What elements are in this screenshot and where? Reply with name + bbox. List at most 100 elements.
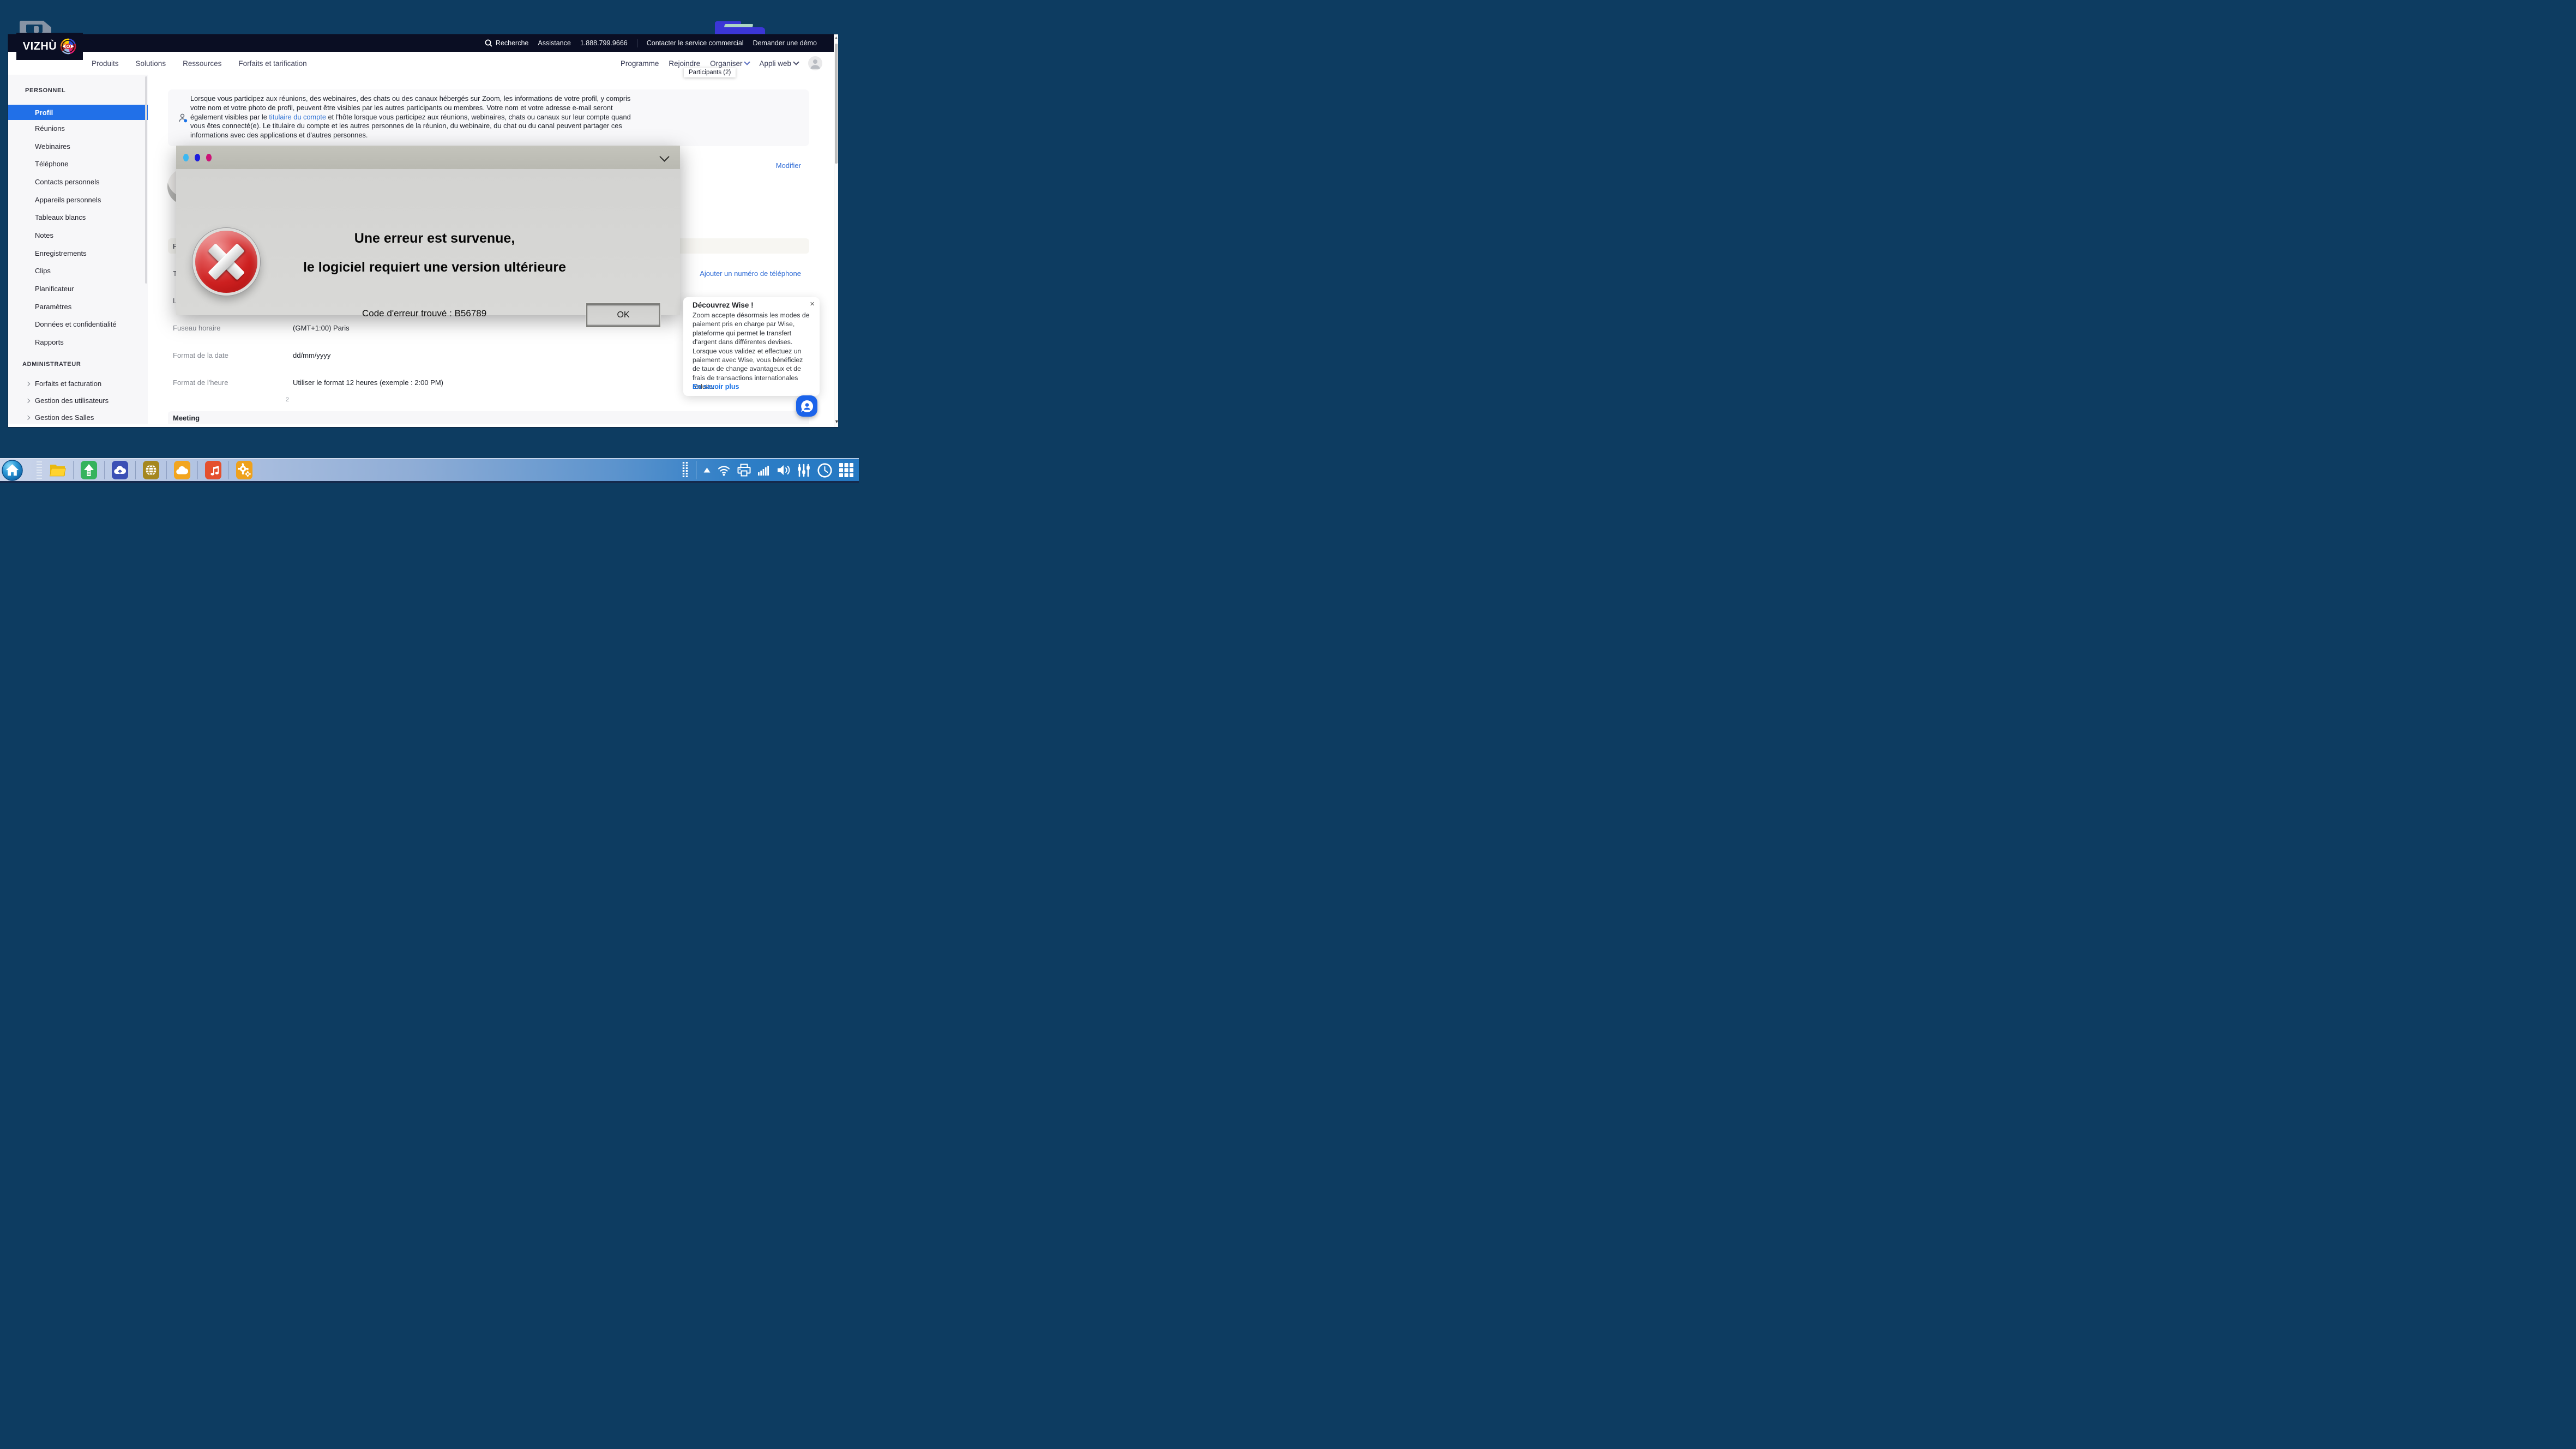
contact-bubble-icon: [800, 399, 814, 413]
field-value-heure: Utiliser le format 12 heures (exemple : …: [293, 378, 443, 387]
film-strip-icon[interactable]: [682, 461, 689, 479]
home-button-icon[interactable]: [2, 460, 23, 481]
field-label-heure: Format de l'heure: [173, 378, 228, 387]
taskbar-divider: [135, 461, 136, 479]
signal-bars-icon[interactable]: [758, 465, 770, 476]
contact-sales-link[interactable]: Contacter le service commercial: [647, 39, 744, 47]
nav-forfaits[interactable]: Forfaits et tarification: [238, 59, 306, 68]
printer-icon[interactable]: [737, 464, 751, 477]
faint-strip-icon: [37, 461, 42, 479]
upload-doc-app-icon[interactable]: [81, 461, 97, 479]
sidebar-item-label: Gestion des Salles: [35, 413, 94, 422]
wifi-icon[interactable]: [718, 464, 730, 476]
scroll-up-icon[interactable]: ▲: [834, 36, 838, 40]
browser-window: Recherche Assistance 1.888.799.9666 Cont…: [8, 34, 838, 427]
search-link[interactable]: Recherche: [485, 39, 528, 47]
nav-solutions[interactable]: Solutions: [136, 59, 166, 68]
nav-produits[interactable]: Produits: [92, 59, 119, 68]
participants-tooltip: Participants (2): [684, 68, 736, 77]
support-chat-button[interactable]: [796, 395, 817, 417]
assistance-link[interactable]: Assistance: [538, 39, 570, 47]
field-value-fuseau: (GMT+1:00) Paris: [293, 324, 350, 332]
window-dot-magenta[interactable]: [206, 154, 212, 161]
sidebar-item-label: Forfaits et facturation: [35, 380, 101, 388]
clock-icon[interactable]: [817, 463, 832, 478]
cloud-app-icon[interactable]: [174, 461, 190, 479]
floppy-desktop-icon[interactable]: [20, 21, 51, 33]
sidebar-scrollbar[interactable]: [145, 76, 147, 284]
sidebar-item-profil[interactable]: Profil: [8, 105, 148, 120]
music-app-icon[interactable]: [205, 461, 221, 479]
globe-app-icon[interactable]: [143, 461, 159, 479]
nav-organiser[interactable]: Organiser: [710, 59, 749, 68]
modifier-link[interactable]: Modifier: [776, 161, 801, 170]
scrollbar-thumb[interactable]: [835, 44, 838, 164]
nav-appli-web-label: Appli web: [759, 59, 791, 68]
nav-organiser-label: Organiser: [710, 59, 742, 68]
nav-programme[interactable]: Programme: [621, 59, 659, 68]
page-scrollbar[interactable]: ▲ ▼: [834, 34, 838, 427]
nav-ressources[interactable]: Ressources: [183, 59, 221, 68]
brand-name: VIZHÙ: [23, 40, 57, 53]
sidebar-item-enregistrements[interactable]: Enregistrements: [35, 249, 87, 260]
folder-taskbar-icon[interactable]: [49, 463, 66, 477]
sidebar-item-planificateur[interactable]: Planificateur: [35, 285, 74, 296]
sidebar-item-rapports[interactable]: Rapports: [35, 338, 64, 349]
nav-appli-web[interactable]: Appli web: [759, 59, 798, 68]
sidebar-item-telephone[interactable]: Téléphone: [35, 160, 68, 171]
sidebar-item-forfaits-facturation[interactable]: Forfaits et facturation: [35, 380, 101, 390]
search-label: Recherche: [496, 39, 528, 47]
folder-desktop-icon[interactable]: [715, 21, 767, 34]
add-phone-link[interactable]: Ajouter un numéro de téléphone: [700, 269, 801, 278]
sidebar-item-tableaux-blancs[interactable]: Tableaux blancs: [35, 213, 86, 224]
sliders-icon[interactable]: [797, 464, 810, 477]
window-dot-blue[interactable]: [195, 154, 200, 161]
sidebar-item-contacts-personnels[interactable]: Contacts personnels: [35, 178, 100, 189]
chevron-right-icon: [26, 382, 30, 386]
sidebar-item-gestion-utilisateurs[interactable]: Gestion des utilisateurs: [35, 396, 109, 407]
volume-icon[interactable]: [777, 464, 790, 477]
dialog-titlebar[interactable]: [176, 146, 680, 169]
taskbar-bottom-strip: [0, 481, 859, 483]
chevron-down-icon: [744, 59, 750, 65]
brand-logo[interactable]: VIZHÙ: [16, 33, 83, 60]
nav-rejoindre[interactable]: Rejoindre: [669, 59, 700, 68]
sidebar-section-administrateur: ADMINISTRATEUR: [22, 361, 81, 368]
wise-learn-more-link[interactable]: En savoir plus: [693, 383, 739, 390]
taskbar-divider: [73, 461, 74, 479]
sidebar-item-gestion-salles[interactable]: Gestion des Salles: [35, 413, 94, 424]
taskbar-divider: [228, 461, 229, 479]
chevron-down-icon: [793, 59, 799, 65]
cloud-upload-app-icon[interactable]: [112, 461, 128, 479]
eye-logo-icon: [60, 38, 76, 55]
floppy-slider: [34, 26, 39, 33]
avatar[interactable]: [808, 56, 822, 70]
page-indicator: 2: [286, 396, 289, 403]
search-icon: [485, 39, 492, 47]
account-owner-link[interactable]: titulaire du compte: [269, 113, 326, 121]
dialog-body: Une erreur est survenue, le logiciel req…: [176, 169, 680, 315]
triangle-up-icon[interactable]: [703, 467, 711, 473]
window-dot-blue-light[interactable]: [183, 154, 189, 161]
app-grid-icon[interactable]: [839, 463, 853, 477]
sidebar-item-parametres[interactable]: Paramètres: [35, 303, 71, 314]
wise-title: Découvrez Wise !: [693, 301, 754, 309]
chevron-down-icon[interactable]: [659, 152, 669, 161]
error-code-text: Code d'erreur trouvé : B56789: [362, 308, 486, 319]
gears-app-icon[interactable]: [236, 461, 252, 479]
close-icon[interactable]: ×: [810, 299, 815, 309]
phone-number[interactable]: 1.888.799.9666: [580, 39, 628, 47]
sidebar-item-webinaires[interactable]: Webinaires: [35, 142, 70, 153]
ok-button[interactable]: OK: [586, 303, 660, 327]
sidebar-section-personnel: PERSONNEL: [25, 87, 65, 94]
request-demo-link[interactable]: Demander une démo: [753, 39, 817, 47]
sidebar-item-appareils-personnels[interactable]: Appareils personnels: [35, 196, 101, 207]
sidebar-item-label: Gestion des utilisateurs: [35, 396, 109, 405]
sidebar-item-notes[interactable]: Notes: [35, 231, 53, 242]
site-topbar: Recherche Assistance 1.888.799.9666 Cont…: [8, 34, 838, 52]
sidebar-item-clips[interactable]: Clips: [35, 267, 51, 278]
sidebar-item-donnees-confidentialite[interactable]: Données et confidentialité: [35, 320, 117, 331]
taskbar-divider: [197, 461, 198, 479]
sidebar-item-reunions[interactable]: Réunions: [35, 124, 65, 135]
scroll-down-icon[interactable]: ▼: [834, 419, 838, 424]
